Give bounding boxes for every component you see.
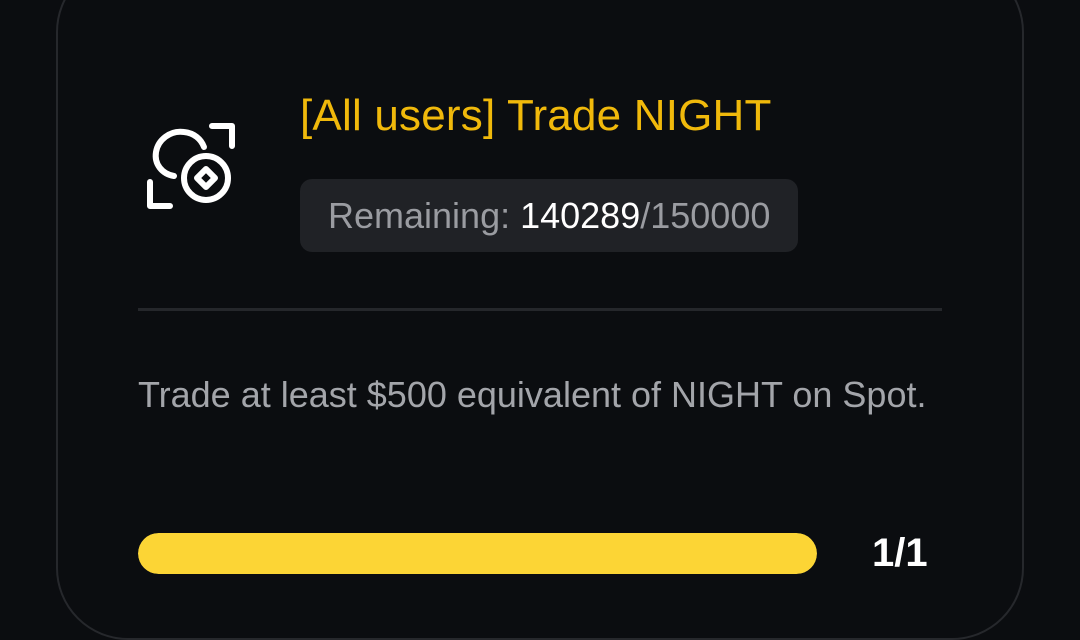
remaining-total: /150000 (640, 194, 771, 236)
scan-coin-icon (144, 120, 240, 216)
progress-bar-fill (138, 533, 817, 574)
remaining-label: Remaining: (328, 194, 521, 236)
progress-count: 1/1 (872, 531, 928, 575)
divider (138, 308, 942, 311)
task-title: [All users] Trade NIGHT (300, 91, 772, 140)
remaining-current: 140289 (520, 194, 641, 236)
progress-bar (138, 533, 817, 574)
remaining-badge: Remaining: 140289 /150000 (300, 179, 799, 252)
task-description: Trade at least $500 equivalent of NIGHT … (138, 374, 927, 415)
